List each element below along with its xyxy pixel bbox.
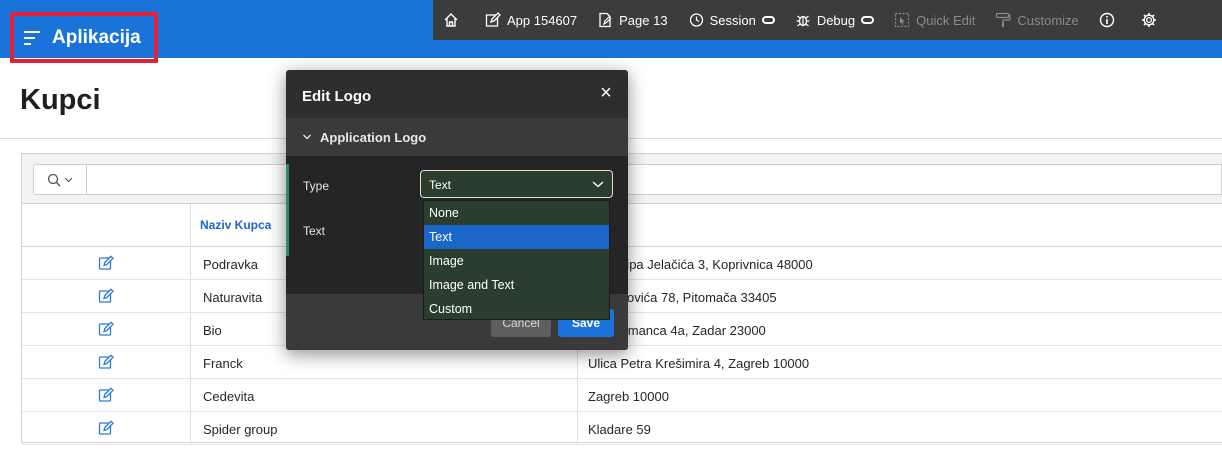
- search-input[interactable]: [86, 164, 1222, 195]
- app-brand[interactable]: Aplikacija: [10, 12, 158, 63]
- type-option-image-and-text[interactable]: Image and Text: [424, 273, 609, 297]
- home-icon: [443, 12, 459, 28]
- session-toggle-icon[interactable]: [761, 16, 775, 24]
- type-label: Type: [303, 179, 330, 193]
- edit-row-icon[interactable]: [98, 288, 114, 304]
- quick-edit-label: Quick Edit: [916, 12, 976, 28]
- bug-icon: [795, 12, 811, 28]
- search-column-button[interactable]: [33, 164, 87, 195]
- info-button[interactable]: [1089, 0, 1131, 40]
- column-header-naziv-kupca[interactable]: Naziv Kupca: [200, 218, 271, 232]
- text-label: Text: [303, 224, 326, 238]
- customer-name-cell: Podravka: [203, 257, 258, 272]
- quick-edit-button[interactable]: Quick Edit: [884, 0, 985, 40]
- quick-edit-icon: [894, 12, 910, 28]
- app-title[interactable]: Aplikacija: [52, 27, 141, 49]
- paint-roller-icon: [995, 12, 1011, 28]
- customer-name-cell: Bio: [203, 323, 222, 338]
- menu-icon[interactable]: [24, 30, 40, 45]
- customize-button[interactable]: Customize: [985, 0, 1088, 40]
- chevron-down-icon: [64, 177, 73, 182]
- region-title: Application Logo: [320, 129, 427, 145]
- type-option-custom[interactable]: Custom: [424, 297, 609, 321]
- customer-name-cell: Cedevita: [203, 389, 255, 404]
- type-field-row: Type Text: [286, 164, 628, 204]
- edit-row-icon[interactable]: [98, 420, 114, 436]
- session-button[interactable]: Session: [678, 0, 785, 40]
- gear-icon: [1141, 12, 1157, 28]
- page-title: Kupci: [20, 84, 101, 116]
- edit-row-icon[interactable]: [98, 387, 114, 403]
- required-indicator: [286, 204, 289, 256]
- customize-label: Customize: [1017, 12, 1079, 28]
- application-logo-region-toggle[interactable]: Application Logo: [286, 118, 628, 156]
- customer-address-cell: Zagreb 10000: [588, 389, 669, 404]
- type-option-image[interactable]: Image: [424, 249, 609, 273]
- chevron-down-icon: [592, 181, 604, 188]
- info-icon: [1099, 12, 1115, 28]
- chevron-down-icon: [303, 134, 311, 140]
- type-options-list: None Text Image Image and Text Custom: [423, 200, 610, 320]
- page-icon: [597, 12, 613, 28]
- developer-toolbar: App 154607 Page 13 Session Debug Quick E…: [433, 0, 1222, 40]
- debug-label: Debug: [816, 12, 856, 28]
- page-button[interactable]: Page 13: [587, 0, 677, 40]
- debug-toggle-icon[interactable]: [861, 16, 875, 24]
- session-icon: [688, 12, 704, 28]
- customer-address-cell: Kladare 59: [588, 422, 651, 437]
- app-button[interactable]: App 154607: [475, 0, 587, 40]
- search-icon: [47, 173, 61, 186]
- dialog-title: Edit Logo: [302, 88, 372, 105]
- type-select[interactable]: Text: [420, 170, 613, 198]
- table-row: Franck Ulica Petra Krešimira 4, Zagreb 10…: [22, 346, 1222, 379]
- customer-name-cell: Naturavita: [203, 290, 263, 305]
- home-button[interactable]: [433, 0, 475, 40]
- app-label: App 154607: [507, 12, 578, 28]
- edit-row-icon[interactable]: [98, 321, 114, 337]
- required-indicator: [286, 164, 289, 204]
- close-icon[interactable]: ×: [596, 83, 616, 104]
- customer-name-cell: Spider group: [203, 422, 278, 437]
- page-label: Page 13: [619, 12, 668, 28]
- type-option-text[interactable]: Text: [424, 225, 609, 249]
- settings-button[interactable]: [1131, 0, 1173, 40]
- customer-address-cell: Ulica Petra Krešimira 4, Zagreb 10000: [588, 356, 810, 371]
- edit-row-icon[interactable]: [98, 354, 114, 370]
- customer-name-cell: Franck: [203, 356, 243, 371]
- edit-icon: [485, 12, 501, 28]
- type-select-value: Text: [429, 178, 452, 192]
- debug-button[interactable]: Debug: [785, 0, 884, 40]
- edit-row-icon[interactable]: [98, 255, 114, 271]
- table-row: Spider group Kladare 59: [22, 412, 1222, 445]
- session-label: Session: [709, 12, 756, 28]
- type-option-none[interactable]: None: [424, 201, 609, 225]
- table-row: Cedevita Zagreb 10000: [22, 379, 1222, 412]
